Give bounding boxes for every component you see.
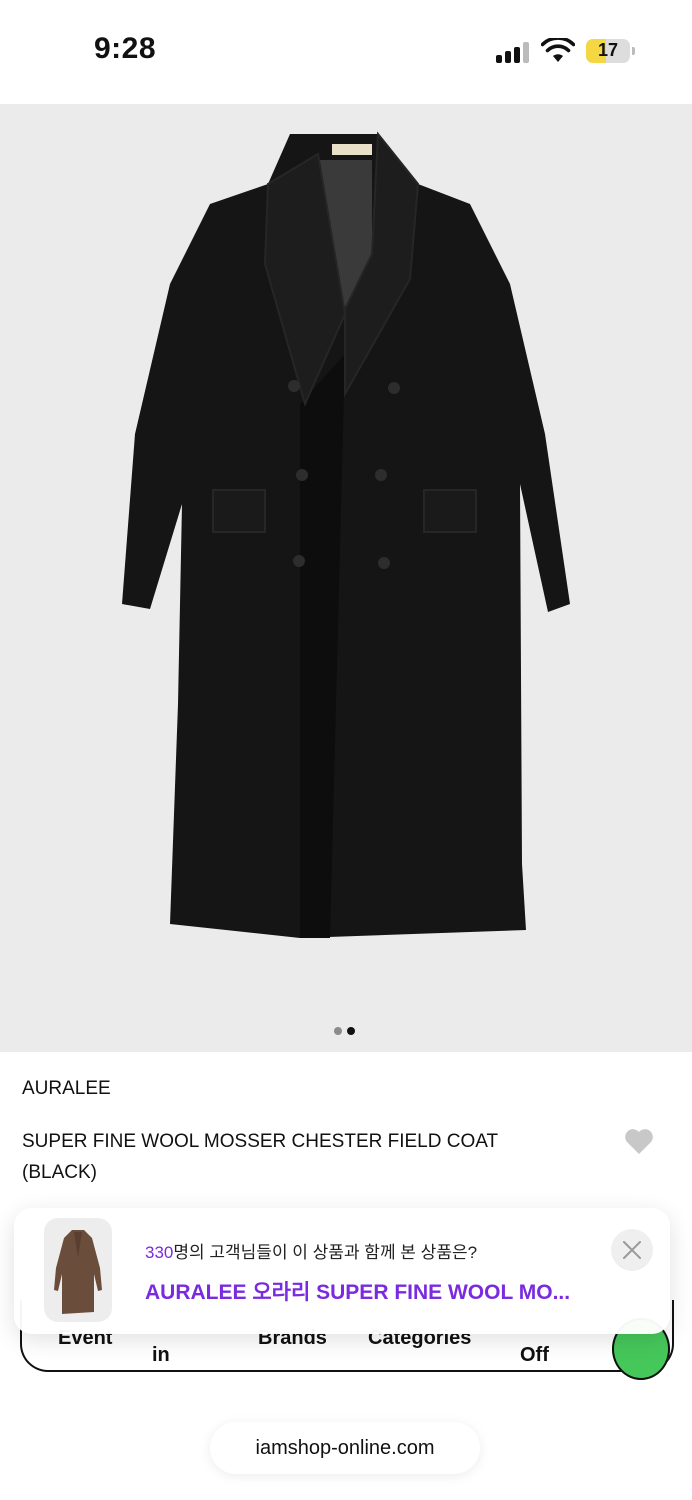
product-image-carousel[interactable]	[0, 104, 692, 1052]
popup-viewers-text: 330명의 고객님들이 이 상품과 함께 본 상품은?	[145, 1238, 477, 1263]
status-time: 9:28	[94, 32, 157, 65]
nav-new-in[interactable]: in	[152, 1344, 170, 1367]
battery-level: 17	[597, 40, 619, 60]
coat-image	[122, 131, 570, 938]
heart-icon[interactable]	[624, 1127, 654, 1155]
popup-close-button[interactable]	[611, 1229, 653, 1271]
wifi-icon	[541, 38, 575, 62]
carousel-dot-2[interactable]	[347, 1027, 355, 1035]
carousel-indicator[interactable]	[334, 1027, 355, 1035]
popup-product-thumbnail[interactable]	[44, 1218, 112, 1322]
popup-message: 명의 고객님들이 이 상품과 함께 본 상품은?	[173, 1243, 478, 1262]
close-icon	[623, 1241, 641, 1259]
product-title: SUPER FINE WOOL MOSSER CHESTER FIELD COA…	[22, 1131, 498, 1183]
cellular-signal-icon	[496, 41, 532, 63]
popup-product-name[interactable]: AURALEE 오라리 SUPER FINE WOOL MO...	[145, 1276, 595, 1306]
popup-viewer-count: 330	[145, 1243, 174, 1262]
carousel-dot-1[interactable]	[334, 1027, 342, 1035]
product-brand[interactable]: AURALEE	[22, 1078, 111, 1100]
status-bar: 9:28 17	[0, 0, 692, 104]
nav-off[interactable]: Off	[520, 1344, 549, 1367]
battery-icon: 17	[586, 39, 635, 63]
browser-url-bar[interactable]: iamshop-online.com	[210, 1422, 480, 1474]
recommendation-popup[interactable]: 330명의 고객님들이 이 상품과 함께 본 상품은? AURALEE 오라리 …	[14, 1208, 670, 1334]
